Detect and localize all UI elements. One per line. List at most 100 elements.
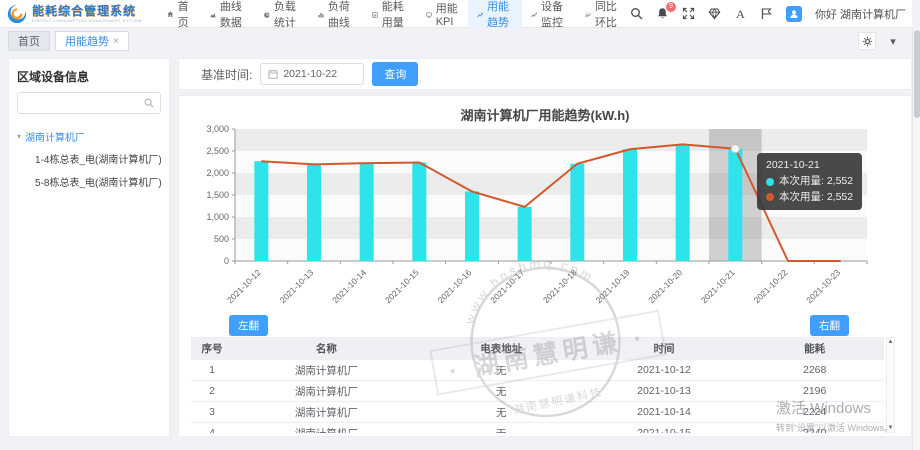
series-dot-icon [766,178,774,186]
y-tick-label: 500 [214,234,229,244]
table-cell: 湖南计算机厂 [233,384,420,399]
base-date-value: 2021-10-22 [283,68,337,80]
table-cell: 湖南计算机厂 [233,363,420,378]
table-row[interactable]: 2湖南计算机厂无2021-10-132196 [191,381,884,402]
bar[interactable] [676,144,690,261]
tree-leaf-meter-1[interactable]: 5-8栋总表_电(湖南计算机厂) [9,170,169,193]
nav-item-0[interactable]: 首页 [158,0,201,28]
close-icon[interactable]: × [113,36,119,47]
x-tick-label: 2021-10-22 [752,267,790,305]
tree-leaf-meter-0[interactable]: 1-4栋总表_电(湖南计算机厂) [9,147,169,170]
x-tick-label: 2021-10-20 [646,267,684,305]
user-greeting[interactable]: 你好 湖南计算机厂 [815,6,906,22]
tab-energy-trend[interactable]: 用能趋势 × [55,31,129,51]
bar[interactable] [518,207,532,261]
caret-down-icon[interactable]: ▾ [17,132,21,141]
y-tick-label: 1,500 [206,190,229,200]
x-tick-label: 2021-10-17 [488,267,526,305]
table-cell: 3 [191,406,233,418]
table-cell: 湖南计算机厂 [233,426,420,434]
tags-view-bar: 首页 用能趋势 × ▾ [0,28,912,54]
tree-node-factory[interactable]: ▾ 湖南计算机厂 [9,126,169,147]
user-avatar[interactable] [786,6,802,22]
page-right-button[interactable]: 右翻 [810,315,849,336]
chart-tooltip: 2021-10-21 本次用量: 2,552本次用量: 2,552 [757,153,862,210]
nav-item-5[interactable]: 用能KPI [417,0,468,28]
kpi-icon [426,9,432,19]
x-tick-label: 2021-10-15 [383,267,421,305]
page-left-button[interactable]: 左翻 [229,315,268,336]
nav-item-8[interactable]: 同比环比 [576,0,630,28]
bar[interactable] [412,162,426,261]
y-tick-label: 2,000 [206,168,229,178]
y-tick-label: 1,000 [206,212,229,222]
meter-icon [372,9,378,19]
table-cell: 2224 [745,406,884,418]
chevron-down-icon[interactable]: ▾ [884,32,902,50]
query-button[interactable]: 查询 [372,62,418,86]
nav-item-1[interactable]: 曲线数据 [201,0,255,28]
bar[interactable] [728,149,742,261]
table-cell: 2240 [745,427,884,433]
main-menu: 首页曲线数据负载统计负荷曲线能耗用量用能KPI用能趋势设备监控同比环比 [158,0,630,28]
tree-search-input[interactable] [24,98,144,109]
navbar-tools: 9 A 你好 湖南计算机厂 [630,6,912,22]
bar[interactable] [254,161,268,261]
monitor-icon [531,9,537,19]
trend-chart[interactable]: 05001,0001,5002,0002,5003,0002021-10-122… [191,122,881,307]
hover-point [731,145,739,153]
nav-item-2[interactable]: 负载统计 [255,0,309,28]
nav-item-label: 能耗用量 [382,0,408,30]
table-cell: 无 [420,426,583,434]
nav-item-6[interactable]: 用能趋势 [468,0,522,28]
app-logo: 能耗综合管理系统 ENERGY CONSUMPTION MANAGEMENT S… [6,3,154,25]
table-cell: 2 [191,385,233,397]
font-size-icon[interactable]: A [734,7,747,20]
table-header-cell: 序号 [191,341,233,356]
scroll-down-icon[interactable]: ▼ [888,424,894,432]
base-date-picker[interactable]: 2021-10-22 [260,63,364,85]
trend-panel: 湖南计算机厂用能趋势(kW.h) 05001,0001,5002,0002,50… [178,95,912,437]
energy-table: 序号名称电表地址时间能耗1湖南计算机厂无2021-10-1222682湖南计算机… [191,337,884,433]
bar[interactable] [360,163,374,261]
gear-icon[interactable] [858,32,876,50]
bar[interactable] [465,191,479,261]
y-tick-label: 2,500 [206,146,229,156]
table-row[interactable]: 3湖南计算机厂无2021-10-142224 [191,402,884,423]
series-dot-icon [766,193,774,201]
notification-badge: 9 [666,2,676,12]
y-tick-label: 0 [224,256,229,266]
table-row[interactable]: 1湖南计算机厂无2021-10-122268 [191,360,884,381]
notifications-bell-icon[interactable]: 9 [656,7,669,20]
logo-swirl-icon [6,3,28,25]
x-tick-label: 2021-10-12 [225,267,263,305]
table-row[interactable]: 4湖南计算机厂无2021-10-152240 [191,423,884,433]
table-cell: 无 [420,405,583,420]
nav-item-3[interactable]: 负荷曲线 [309,0,363,28]
bar[interactable] [307,164,321,261]
compare-icon [585,9,591,19]
x-tick-label: 2021-10-21 [699,267,737,305]
home-icon [167,9,174,19]
tree-search-box[interactable] [17,92,161,114]
table-cell: 无 [420,363,583,378]
table-cell: 2021-10-15 [583,427,746,433]
device-tree-panel: 区域设备信息 ▾ 湖南计算机厂 1-4栋总表_电(湖南计算机厂)5-8栋总表_电… [8,58,170,437]
x-tick-label: 2021-10-23 [804,267,842,305]
theme-gem-icon[interactable] [708,7,721,20]
nav-item-label: 首页 [178,0,192,30]
tab-home-label: 首页 [18,33,40,49]
table-scrollbar[interactable]: ▲ ▼ [886,337,895,433]
nav-item-4[interactable]: 能耗用量 [363,0,417,28]
page-scrollbar-thumb[interactable] [914,30,920,118]
fullscreen-icon[interactable] [682,7,695,20]
bar[interactable] [623,149,637,261]
bar[interactable] [570,164,584,261]
table-header-cell: 电表地址 [420,341,583,356]
scroll-up-icon[interactable]: ▲ [888,338,894,346]
language-flag-icon[interactable] [760,7,773,20]
nav-item-7[interactable]: 设备监控 [522,0,576,28]
page-scrollbar[interactable] [912,28,920,450]
search-icon[interactable] [630,7,643,20]
tab-home[interactable]: 首页 [8,31,50,51]
